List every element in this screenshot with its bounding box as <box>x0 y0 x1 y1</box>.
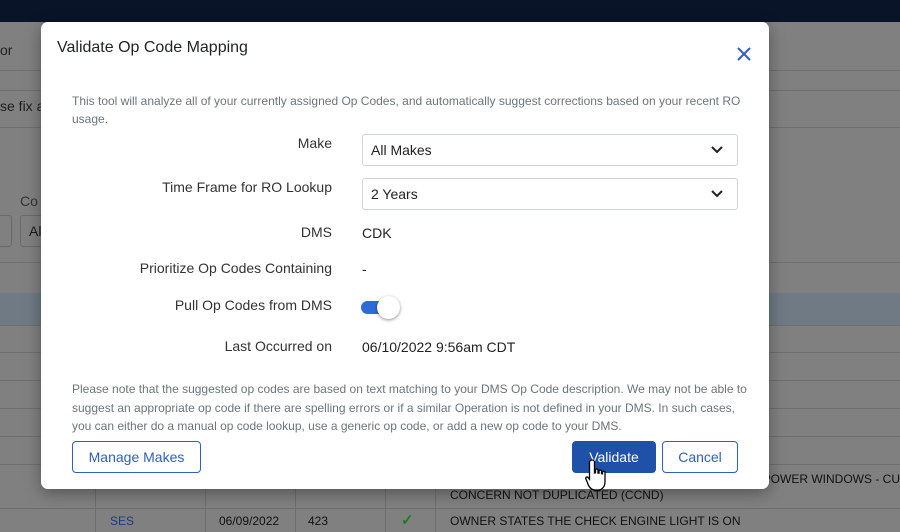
make-select[interactable]: All Makes <box>362 134 738 166</box>
make-label: Make <box>297 135 332 151</box>
chevron-down-icon <box>711 190 723 198</box>
prioritize-label: Prioritize Op Codes Containing <box>139 260 332 276</box>
bg-notice: se fix a <box>0 98 45 114</box>
bg-column-label: Co <box>20 193 38 209</box>
pull-op-codes-label: Pull Op Codes from DMS <box>174 297 332 313</box>
pull-op-codes-toggle[interactable] <box>361 295 401 319</box>
last-occurred-value: 06/10/2022 9:56am CDT <box>362 339 516 355</box>
modal-title: Validate Op Code Mapping <box>57 39 248 56</box>
dms-value: CDK <box>362 225 392 241</box>
prioritize-value: - <box>362 261 367 277</box>
bg-row-desc: CONCERN NOT DUPLICATED (CCND) <box>450 488 664 502</box>
chevron-down-icon <box>711 146 723 154</box>
close-icon[interactable] <box>735 45 753 63</box>
time-frame-select[interactable]: 2 Years <box>362 178 738 210</box>
bg-row-number: 423 <box>308 514 329 528</box>
bg-row-desc: G/POWER WINDOWS - CU <box>769 472 900 486</box>
time-frame-label: Time Frame for RO Lookup <box>162 179 332 195</box>
bg-dropdown: or <box>0 42 13 58</box>
hand-pointer-cursor-icon <box>585 459 606 491</box>
validate-op-code-modal: Validate Op Code Mapping This tool will … <box>41 22 769 489</box>
make-value: All Makes <box>371 142 432 158</box>
cancel-button[interactable]: Cancel <box>662 441 738 473</box>
dms-label: DMS <box>300 224 332 240</box>
top-navbar <box>0 0 900 22</box>
check-icon: ✓ <box>401 512 414 529</box>
last-occurred-label: Last Occurred on <box>224 338 332 354</box>
manage-makes-button[interactable]: Manage Makes <box>72 441 201 473</box>
bg-row-date: 06/09/2022 <box>219 514 280 528</box>
note-text: Please note that the suggested op codes … <box>72 382 747 433</box>
bg-row-desc: OWNER STATES THE CHECK ENGINE LIGHT IS O… <box>450 514 741 528</box>
bg-row-code[interactable]: SES <box>110 514 134 528</box>
time-frame-value: 2 Years <box>371 186 418 202</box>
intro-text: This tool will analyze all of your curre… <box>72 94 741 126</box>
